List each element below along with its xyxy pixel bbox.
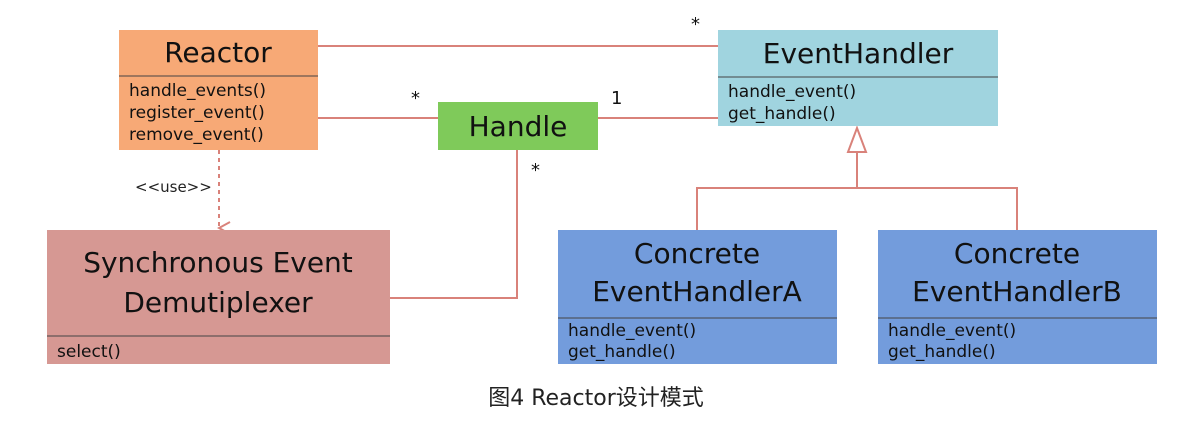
eventhandler-class: EventHandler handle_event() get_handle() [718, 30, 998, 126]
concrete-handler-b-method: handle_event() [888, 321, 1016, 341]
reactor-class-diagram: * * 1 * <<use>> Reactor handle_events() … [47, 14, 1157, 364]
demux-class: Synchronous Event Demutiplexer select() [47, 230, 390, 364]
handle-demux-association [390, 150, 518, 299]
multiplicity-reactor-eventhandler: * [691, 14, 700, 35]
reactor-class: Reactor handle_events() register_event()… [119, 30, 318, 150]
demux-title-line: Demutiplexer [123, 286, 313, 319]
reactor-method: register_event() [129, 103, 265, 123]
handle-title: Handle [469, 110, 568, 143]
eventhandler-method: handle_event() [728, 82, 856, 102]
figure-caption: 图4 Reactor设计模式 [488, 386, 704, 411]
handle-class: Handle [438, 102, 598, 150]
use-stereotype-label: <<use>> [135, 178, 212, 196]
inheritance-branch-lines [696, 187, 1018, 230]
concrete-handler-b-method: get_handle() [888, 342, 996, 362]
demux-title-line: Synchronous Event [83, 246, 353, 279]
concrete-handler-b-class: Concrete EventHandlerB handle_event() ge… [878, 230, 1157, 364]
concrete-handler-a-title-line: Concrete [634, 237, 760, 270]
reactor-method: remove_event() [129, 125, 264, 145]
multiplicity-handle-demux: * [531, 160, 540, 181]
reactor-title: Reactor [164, 36, 272, 69]
concrete-handler-b-title-line: Concrete [954, 237, 1080, 270]
multiplicity-handle-eventhandler: 1 [611, 88, 622, 109]
inheritance-triangle-icon [846, 125, 868, 153]
concrete-handler-a-method: handle_event() [568, 321, 696, 341]
demux-method: select() [57, 342, 121, 362]
concrete-handler-a-class: Concrete EventHandlerA handle_event() ge… [558, 230, 837, 364]
reactor-method: handle_events() [129, 81, 266, 101]
concrete-handler-a-title-line: EventHandlerA [592, 275, 802, 308]
multiplicity-reactor-handle: * [411, 88, 420, 109]
eventhandler-title: EventHandler [763, 37, 954, 70]
concrete-handler-b-title-line: EventHandlerB [912, 275, 1122, 308]
eventhandler-method: get_handle() [728, 104, 836, 124]
concrete-handler-a-method: get_handle() [568, 342, 676, 362]
